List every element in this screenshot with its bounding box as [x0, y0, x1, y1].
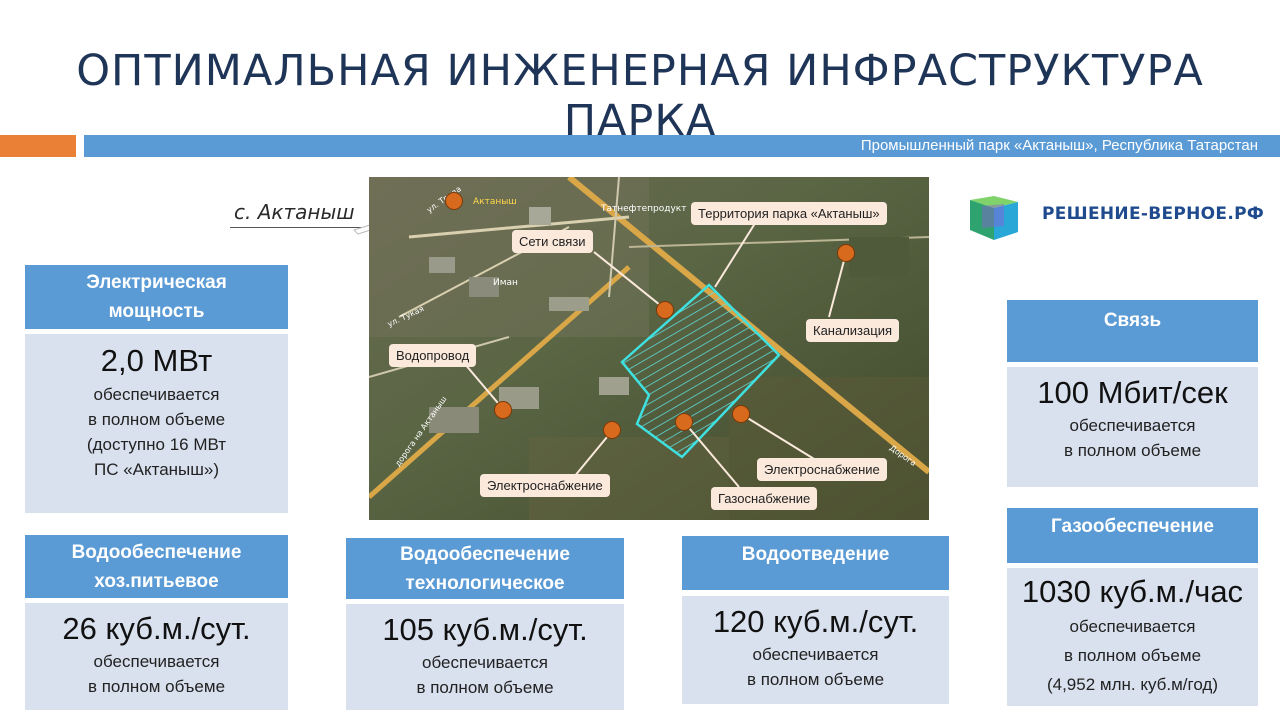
card-comms-header-text: Связь: [1103, 310, 1162, 331]
callout-sewer: Канализация: [806, 319, 899, 342]
card-gas-line1: обеспечивается: [1069, 617, 1196, 636]
marker-water[interactable]: [494, 401, 512, 419]
card-water-drink-body: 26 куб.м./сут. обеспечивается в полном о…: [25, 603, 288, 710]
card-gas-line3: (4,952 млн. куб.м/год): [1046, 675, 1219, 694]
card-drainage-header: Водоотведение: [682, 536, 949, 590]
card-water-drink-line2: в полном объеме: [87, 677, 226, 696]
card-water-tech-header-line2: технологическое: [405, 572, 565, 594]
card-water-drink-header-line2: хоз.питьевое: [94, 570, 219, 592]
card-drainage: Водоотведение 120 куб.м./сут. обеспечива…: [682, 536, 949, 704]
map-label-bank: Татнефтепродукт: [600, 204, 686, 214]
card-water-tech-line2: в полном объеме: [416, 678, 554, 697]
card-electric-line2: в полном объеме: [87, 410, 226, 429]
card-comms-value: 100 Мбит/сек: [1037, 375, 1228, 410]
orange-accent-bar: [0, 135, 76, 157]
cube-logo-icon: [970, 196, 1018, 240]
callout-water: Водопровод: [389, 344, 477, 367]
card-water-tech-header: Водообеспечение технологическое: [346, 538, 624, 599]
card-electric-body: 2,0 МВт обеспечивается в полном объеме (…: [25, 334, 288, 513]
callout-comms: Сети связи: [512, 230, 593, 253]
card-drainage-value: 120 куб.м./сут.: [712, 604, 919, 639]
card-water-tech-line1: обеспечивается: [422, 653, 548, 672]
card-electric-line1: обеспечивается: [93, 385, 220, 404]
card-water-tech-body: 105 куб.м./сут. обеспечивается в полном …: [346, 604, 624, 710]
marker-power-right[interactable]: [732, 405, 750, 423]
card-comms-line1: обеспечивается: [1069, 416, 1196, 435]
card-water-tech: Водообеспечение технологическое 105 куб.…: [346, 538, 624, 710]
card-electric-value: 2,0 МВт: [100, 343, 213, 378]
callout-gas: Газоснабжение: [711, 487, 818, 510]
card-water-tech-value: 105 куб.м./сут.: [382, 612, 588, 647]
card-drainage-line1: обеспечивается: [752, 645, 879, 664]
card-water-drink-value: 26 куб.м./сут.: [62, 611, 251, 646]
card-electric-header: Электрическая мощность: [25, 265, 288, 329]
village-label-underline: [230, 227, 362, 228]
card-water-drink: Водообеспечение хоз.питьевое 26 куб.м./с…: [25, 535, 288, 710]
card-drainage-body: 120 куб.м./сут. обеспечивается в полном …: [682, 596, 949, 704]
card-comms-body: 100 Мбит/сек обеспечивается в полном объ…: [1007, 367, 1258, 487]
card-water-drink-header-line1: Водообеспечение: [71, 541, 242, 563]
marker-power-left[interactable]: [603, 421, 621, 439]
card-comms-header: Связь: [1007, 300, 1258, 362]
card-water-tech-header-line1: Водообеспечение: [400, 543, 570, 565]
marker-sewer[interactable]: [837, 244, 855, 262]
map-label-aktanysh: Актаныш: [473, 197, 517, 207]
card-gas-value: 1030 куб.м./час: [1021, 574, 1244, 609]
marker-gas[interactable]: [675, 413, 693, 431]
card-gas-line2: в полном объеме: [1063, 646, 1202, 665]
village-label: с. Актаныш: [234, 200, 355, 224]
card-drainage-header-text: Водоотведение: [741, 544, 890, 565]
card-electric-line4: ПС «Актаныш»): [93, 460, 220, 479]
marker-comms[interactable]: [656, 301, 674, 319]
marker-aktanysh[interactable]: [445, 192, 463, 210]
card-electric: Электрическая мощность 2,0 МВт обеспечив…: [25, 265, 288, 513]
card-electric-header-line2: мощность: [108, 301, 205, 322]
card-water-drink-header: Водообеспечение хоз.питьевое: [25, 535, 288, 598]
card-drainage-line2: в полном объеме: [746, 670, 885, 689]
card-electric-line3: (доступно 16 МВт: [86, 435, 227, 454]
card-gas-header-text: Газообеспечение: [1050, 516, 1214, 537]
subtitle-bar: Промышленный парк «Актаныш», Республика …: [84, 135, 1280, 157]
callout-power-left: Электроснабжение: [480, 474, 610, 497]
card-comms-line2: в полном объеме: [1063, 441, 1202, 460]
callout-power-right: Электроснабжение: [757, 458, 887, 481]
card-electric-header-line1: Электрическая: [86, 272, 227, 293]
card-comms: Связь 100 Мбит/сек обеспечивается в полн…: [1007, 300, 1258, 487]
brand-logo[interactable]: РЕШЕНИЕ-ВЕРНОЕ.РФ: [964, 192, 1264, 244]
card-gas-body: 1030 куб.м./час обеспечивается в полном …: [1007, 568, 1258, 706]
site-map: Актаныш Татнефтепродукт Иман ул. Труда у…: [369, 177, 929, 520]
card-gas: Газообеспечение 1030 куб.м./час обеспечи…: [1007, 508, 1258, 706]
card-water-drink-line1: обеспечивается: [93, 652, 220, 671]
callout-territory: Территория парка «Актаныш»: [691, 202, 887, 225]
card-gas-header: Газообеспечение: [1007, 508, 1258, 563]
map-label-mosque: Иман: [493, 278, 518, 288]
logo-text: РЕШЕНИЕ-ВЕРНОЕ.РФ: [1042, 204, 1265, 224]
page-title: ОПТИМАЛЬНАЯ ИНЖЕНЕРНАЯ ИНФРАСТРУКТУРА ПА…: [76, 46, 1204, 146]
